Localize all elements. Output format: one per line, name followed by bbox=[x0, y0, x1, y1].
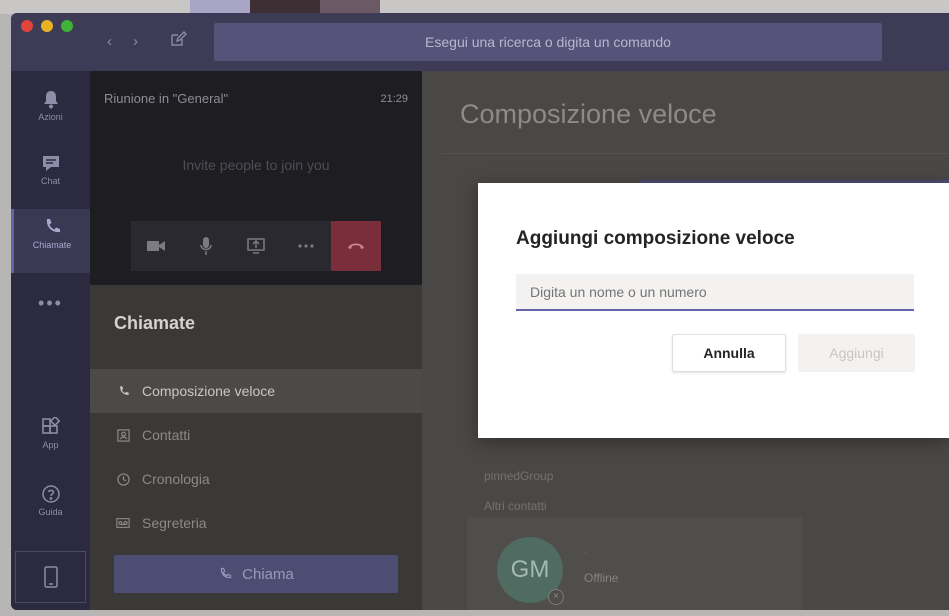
compose-icon[interactable] bbox=[169, 30, 189, 50]
more-icon bbox=[298, 244, 314, 248]
rail-item-calls[interactable]: Chiamate bbox=[11, 209, 90, 273]
calls-item-history[interactable]: Cronologia bbox=[90, 457, 422, 501]
app-root: ‹ › Esegui una ricerca o digita un coman… bbox=[0, 0, 949, 616]
camera-icon bbox=[147, 241, 165, 251]
invite-text: Invite people to join you bbox=[182, 157, 330, 173]
maximize-window-button[interactable] bbox=[61, 20, 73, 32]
rail-item-chat[interactable]: Chat bbox=[11, 145, 90, 209]
group-label: pinnedGroup bbox=[484, 469, 554, 483]
rail-label: Chiamate bbox=[32, 240, 72, 250]
share-screen-button[interactable] bbox=[231, 221, 281, 271]
desktop-background bbox=[0, 0, 949, 14]
rail-label: Chat bbox=[40, 176, 60, 186]
call-button[interactable]: Chiama bbox=[114, 555, 398, 593]
contact-name-placeholder: · bbox=[583, 547, 587, 558]
calls-item-contacts[interactable]: Contatti bbox=[90, 413, 422, 457]
more-options-button[interactable] bbox=[281, 221, 331, 271]
chat-icon bbox=[42, 156, 59, 171]
more-apps-button[interactable]: ••• bbox=[11, 293, 90, 314]
calls-item-label: Composizione veloce bbox=[142, 383, 276, 399]
contact-card[interactable]: GM × · Offline bbox=[467, 517, 802, 610]
hang-up-button[interactable] bbox=[331, 221, 381, 271]
help-icon bbox=[41, 485, 60, 503]
search-input[interactable]: Esegui una ricerca o digita un comando bbox=[214, 23, 882, 61]
contact-status: Offline bbox=[584, 571, 619, 585]
back-arrow-icon[interactable]: ‹ bbox=[107, 33, 112, 51]
name-or-number-input[interactable] bbox=[516, 274, 914, 311]
meeting-title: Riunione in "General" bbox=[104, 91, 229, 106]
title-bar: ‹ › Esegui una ricerca o digita un coman… bbox=[11, 13, 949, 71]
rail-label: Guida bbox=[38, 507, 63, 517]
presence-icon: × bbox=[548, 589, 564, 605]
call-controls bbox=[131, 221, 381, 271]
voicemail-icon bbox=[116, 516, 130, 530]
rail-label: Azioni bbox=[38, 112, 63, 122]
rail-item-activity[interactable]: Azioni bbox=[11, 81, 90, 145]
speed-dial-dialog: Aggiungi composizione veloce Annulla Agg… bbox=[478, 183, 949, 438]
calls-title: Chiamate bbox=[114, 313, 196, 333]
microphone-icon bbox=[200, 237, 212, 255]
rail-item-apps[interactable]: App bbox=[11, 409, 90, 473]
meeting-panel: Riunione in "General" 21:29 Invite peopl… bbox=[90, 71, 422, 285]
mobile-device-icon bbox=[43, 566, 58, 588]
minimize-window-button[interactable] bbox=[41, 20, 53, 32]
share-screen-icon bbox=[247, 238, 265, 254]
clock-icon bbox=[116, 472, 130, 486]
app-rail: Azioni Chat Chiamate ••• App Guida bbox=[11, 71, 90, 610]
calls-item-label: Segreteria bbox=[142, 515, 207, 531]
phone-icon bbox=[46, 219, 60, 233]
phone-icon bbox=[221, 567, 232, 579]
device-button[interactable] bbox=[15, 551, 86, 603]
rail-label: App bbox=[42, 440, 59, 450]
calls-item-speed-dial[interactable]: Composizione veloce bbox=[90, 369, 422, 413]
calls-item-label: Cronologia bbox=[142, 471, 210, 487]
calls-item-label: Contatti bbox=[142, 427, 191, 443]
calls-item-voicemail[interactable]: Segreteria bbox=[90, 501, 422, 545]
cancel-button[interactable]: Annulla bbox=[672, 334, 786, 372]
hang-up-icon bbox=[348, 243, 364, 249]
microphone-button[interactable] bbox=[181, 221, 231, 271]
page-title: Composizione veloce bbox=[460, 99, 717, 129]
contacts-icon bbox=[116, 428, 130, 442]
forward-arrow-icon[interactable]: › bbox=[133, 33, 138, 51]
rail-item-help[interactable]: Guida bbox=[11, 476, 90, 540]
apps-icon bbox=[41, 417, 60, 434]
camera-button[interactable] bbox=[131, 221, 181, 271]
close-window-button[interactable] bbox=[21, 20, 33, 32]
bell-icon bbox=[43, 91, 58, 109]
calls-sidebar: Chiamate Composizione veloce Contatti Cr… bbox=[90, 285, 422, 610]
divider bbox=[442, 153, 949, 154]
dialog-title: Aggiungi composizione veloce bbox=[516, 228, 795, 249]
phone-icon bbox=[116, 384, 130, 398]
add-button[interactable]: Aggiungi bbox=[798, 334, 915, 372]
meeting-time: 21:29 bbox=[380, 93, 408, 105]
call-button-label: Chiama bbox=[242, 565, 294, 583]
other-contacts-label: Altri contatti bbox=[484, 499, 547, 513]
